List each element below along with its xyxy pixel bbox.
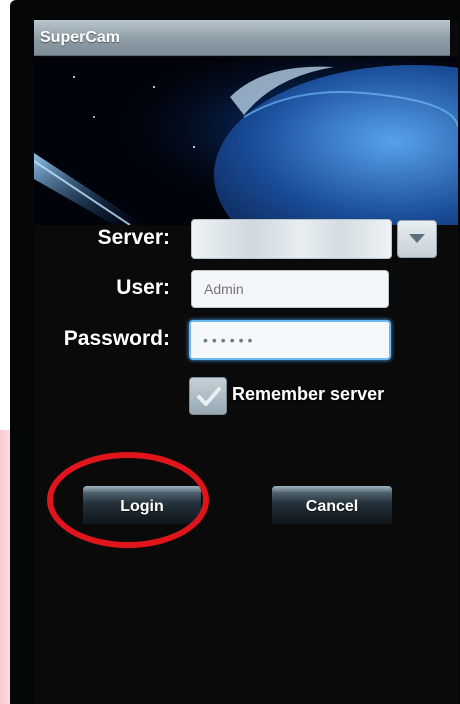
app-screen: SuperCam Server: User: Admin Password: •… xyxy=(34,20,458,704)
cancel-button[interactable]: Cancel xyxy=(272,486,392,524)
server-label: Server: xyxy=(97,226,170,249)
user-input[interactable] xyxy=(192,271,388,307)
earth-banner-image xyxy=(34,57,458,225)
password-field[interactable] xyxy=(189,320,391,360)
password-input[interactable] xyxy=(191,322,389,358)
server-dropdown-button[interactable] xyxy=(397,220,437,258)
app-title-bar: SuperCam xyxy=(34,20,450,56)
user-label: User: xyxy=(116,276,170,299)
server-input[interactable] xyxy=(192,220,391,258)
phone-device: SuperCam Server: User: Admin Password: •… xyxy=(10,0,460,704)
remember-server-label: Remember server xyxy=(232,384,385,404)
login-button[interactable]: Login xyxy=(83,486,201,524)
earth-in-space-image xyxy=(34,57,458,225)
chevron-down-icon xyxy=(409,234,425,243)
check-icon xyxy=(197,387,221,406)
app-title: SuperCam xyxy=(40,29,121,46)
server-field[interactable] xyxy=(191,219,392,259)
user-field[interactable] xyxy=(191,270,389,308)
password-label: Password: xyxy=(63,327,170,350)
remember-server-checkbox[interactable] xyxy=(189,377,227,415)
